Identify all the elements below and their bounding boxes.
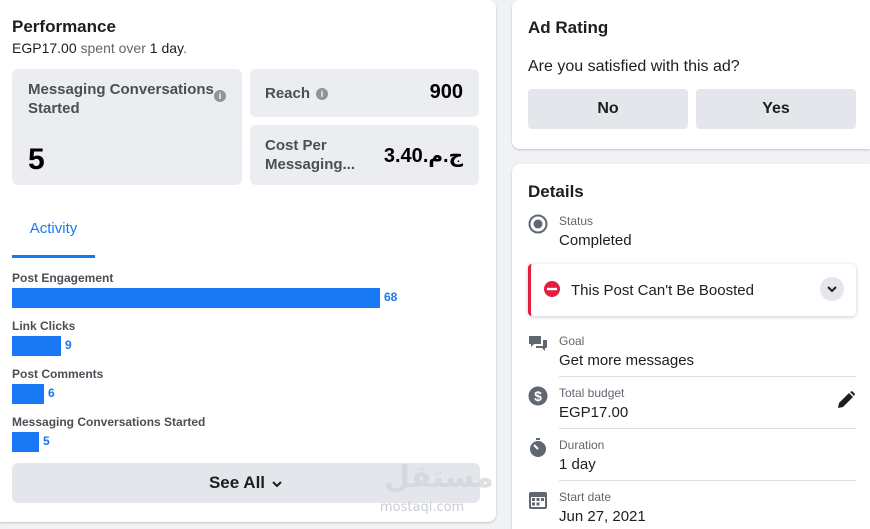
activity-bar-value: 9	[65, 338, 72, 352]
stat-messaging-conversations: Messaging Conversations Started i 5	[12, 69, 242, 185]
performance-card: Performance EGP17.00 spent over 1 day. M…	[0, 0, 496, 522]
activity-bar	[12, 384, 44, 404]
performance-title: Performance	[12, 17, 116, 36]
watermark-text: mostaql.com	[380, 500, 465, 515]
activity-bar-label: Post Comments	[12, 367, 104, 381]
activity-bar-label: Post Engagement	[12, 271, 114, 285]
duration-label: Duration	[559, 438, 605, 452]
activity-bar-value: 6	[48, 386, 55, 400]
expand-button[interactable]	[820, 277, 844, 301]
budget-value: EGP17.00	[559, 404, 629, 421]
status-value: Completed	[559, 232, 632, 249]
divider	[559, 480, 856, 481]
svg-text:$: $	[534, 388, 542, 404]
duration-value: 1 day	[559, 456, 596, 473]
boost-warning-banner[interactable]: This Post Can't Be Boosted	[528, 264, 856, 316]
activity-bar-label: Link Clicks	[12, 319, 76, 333]
status-radio-icon	[528, 214, 548, 234]
info-icon[interactable]: i	[214, 90, 226, 102]
activity-bar-value: 5	[43, 434, 50, 448]
stat-label: Cost Per Messaging...	[265, 137, 356, 173]
goal-label: Goal	[559, 334, 585, 348]
chevron-down-icon	[272, 480, 282, 487]
stat-value: 5	[28, 143, 45, 176]
messages-icon	[529, 336, 547, 351]
status-label: Status	[559, 214, 594, 228]
activity-bar-label: Messaging Conversations Started	[12, 415, 206, 429]
watermark-logo: مستقل	[384, 460, 494, 495]
ad-rating-title: Ad Rating	[528, 18, 609, 37]
stat-label: Reach i	[265, 84, 329, 103]
chevron-down-icon	[827, 286, 837, 293]
budget-label: Total budget	[559, 386, 625, 400]
ad-rating-question: Are you satisfied with this ad?	[528, 58, 740, 75]
divider	[559, 376, 856, 377]
stat-cost-per-messaging: Cost Per Messaging... ج.م.3.40	[250, 125, 479, 185]
ad-rating-card: Ad Rating Are you satisfied with this ad…	[512, 0, 870, 149]
stopwatch-icon	[530, 438, 546, 457]
stat-reach: Reach i 900	[250, 69, 479, 117]
boost-warning-text: This Post Can't Be Boosted	[571, 282, 754, 299]
activity-bar-value: 68	[384, 290, 398, 304]
edit-pencil-icon[interactable]	[836, 390, 856, 410]
dollar-icon: $	[528, 386, 548, 406]
start-date-label: Start date	[559, 490, 612, 504]
details-title: Details	[528, 182, 584, 201]
no-button[interactable]: No	[528, 89, 688, 129]
goal-value: Get more messages	[559, 352, 695, 369]
activity-bar	[12, 288, 380, 308]
info-icon[interactable]: i	[316, 88, 329, 101]
stat-value: ج.م.3.40	[383, 145, 463, 167]
activity-bar	[12, 432, 39, 452]
activity-bar	[12, 336, 61, 356]
stat-label: Messaging Conversations Started	[28, 81, 214, 117]
performance-spend-summary: EGP17.00 spent over 1 day.	[12, 40, 187, 56]
tab-activity[interactable]: Activity	[12, 213, 95, 258]
divider	[559, 428, 856, 429]
calendar-icon	[529, 492, 547, 509]
details-card: Details Status Completed This Post Can't…	[512, 164, 870, 529]
error-icon	[544, 281, 560, 297]
stat-value: 900	[429, 81, 463, 103]
yes-button[interactable]: Yes	[696, 89, 856, 129]
start-date-value: Jun 27, 2021	[559, 508, 646, 525]
